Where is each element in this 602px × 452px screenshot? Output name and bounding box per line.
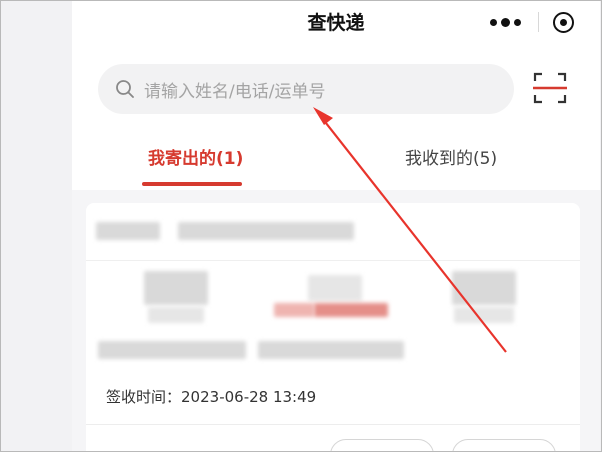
card-action-button-2[interactable] bbox=[452, 439, 556, 452]
card-divider bbox=[86, 424, 580, 425]
search-placeholder: 请输入姓名/电话/运单号 bbox=[144, 81, 326, 102]
target-close-icon[interactable] bbox=[545, 4, 581, 40]
card-action-button-1[interactable] bbox=[330, 439, 434, 452]
tab-received[interactable]: 我收到的(5) bbox=[405, 144, 497, 169]
redacted-company-name bbox=[96, 222, 160, 240]
redacted-origin-sub bbox=[148, 307, 204, 323]
tab-sent[interactable]: 我寄出的(1) bbox=[148, 144, 243, 169]
redacted-destination-sub bbox=[454, 307, 514, 323]
redacted-origin bbox=[144, 271, 208, 305]
capsule-menu bbox=[478, 2, 590, 42]
more-dots-icon[interactable] bbox=[478, 4, 532, 40]
redacted-tracking-number bbox=[178, 222, 354, 240]
redacted-status bbox=[308, 275, 362, 301]
card-header bbox=[86, 203, 580, 261]
scan-button[interactable] bbox=[532, 70, 568, 106]
active-tab-indicator bbox=[142, 182, 242, 186]
sign-time-value: 2023-06-28 13:49 bbox=[181, 388, 317, 406]
redacted-status-line bbox=[274, 303, 314, 317]
scan-icon bbox=[533, 72, 567, 104]
nav-bar: 查快递 bbox=[72, 0, 600, 48]
tab-bar: 我寄出的(1) 我收到的(5) bbox=[72, 136, 600, 190]
sign-time: 签收时间：2023-06-28 13:49 bbox=[106, 386, 316, 407]
package-card[interactable]: 签收时间：2023-06-28 13:49 bbox=[86, 203, 580, 452]
redacted-status-line-strong bbox=[314, 303, 388, 317]
redacted-receiver-info bbox=[258, 341, 404, 359]
redacted-sender-info bbox=[98, 341, 246, 359]
search-icon bbox=[114, 78, 136, 100]
capsule-divider bbox=[538, 12, 539, 32]
mini-program-page: 查快递 请输入姓名/电话/运单号 我寄出的(1) 我收到的(5) 签收时间：20… bbox=[72, 0, 600, 452]
search-input[interactable]: 请输入姓名/电话/运单号 bbox=[98, 64, 514, 114]
sign-time-label: 签收时间： bbox=[106, 388, 182, 406]
package-list: 签收时间：2023-06-28 13:49 bbox=[72, 190, 600, 452]
redacted-destination bbox=[452, 271, 516, 305]
